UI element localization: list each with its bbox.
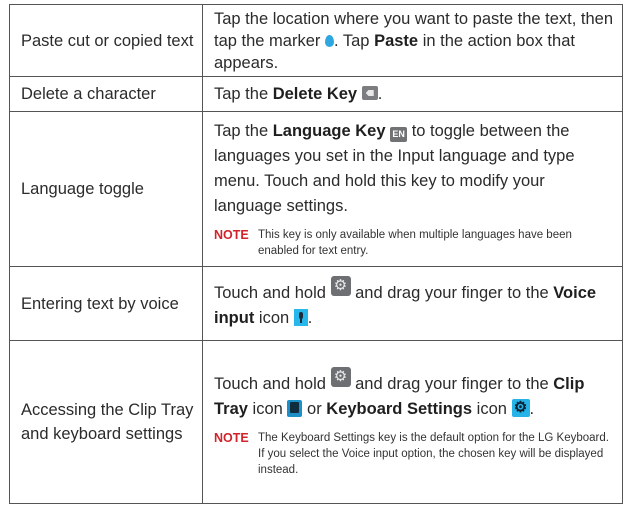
row-label: Entering text by voice	[9, 266, 203, 341]
delete-key-icon	[361, 86, 378, 100]
language-key-icon: EN	[390, 127, 408, 142]
row-description: Tap the Language Key EN to toggle betwee…	[202, 111, 623, 267]
gear-key-icon	[330, 366, 351, 387]
microphone-icon	[293, 309, 308, 326]
row-label: Delete a character	[9, 76, 203, 112]
row-description: Touch and hold and drag your finger to t…	[202, 266, 623, 341]
keyboard-functions-table: Paste cut or copied text Tap the locatio…	[9, 4, 623, 504]
note-text: The Keyboard Settings key is the default…	[258, 431, 609, 476]
gear-key-icon	[330, 276, 351, 296]
clip-tray-icon	[287, 399, 303, 417]
table-row: Language toggle Tap the Language Key EN …	[9, 111, 623, 267]
table-row: Delete a character Tap the Delete Key .	[9, 76, 623, 112]
note: NOTE This key is only available when mul…	[214, 227, 614, 259]
keyboard-settings-icon	[511, 398, 530, 417]
row-label: Paste cut or copied text	[9, 4, 203, 77]
row-description: Tap the Delete Key .	[202, 76, 623, 112]
table-row: Paste cut or copied text Tap the locatio…	[9, 4, 623, 77]
table-row: Entering text by voice Touch and hold an…	[9, 266, 623, 341]
language-key-text: Tap the Language Key EN to toggle betwee…	[214, 122, 575, 215]
row-label: Accessing the Clip Tray and keyboard set…	[9, 340, 203, 504]
note-label: NOTE	[214, 430, 249, 445]
clip-tray-text: Touch and hold and drag your finger to t…	[214, 366, 614, 422]
note: NOTE The Keyboard Settings key is the de…	[214, 430, 614, 478]
note-text: This key is only available when multiple…	[258, 229, 572, 257]
marker-icon	[324, 34, 334, 47]
row-description: Tap the location where you want to paste…	[202, 4, 623, 77]
table-row: Accessing the Clip Tray and keyboard set…	[9, 340, 623, 504]
note-label: NOTE	[214, 228, 249, 242]
row-description: Touch and hold and drag your finger to t…	[202, 340, 623, 504]
row-label: Language toggle	[9, 111, 203, 267]
